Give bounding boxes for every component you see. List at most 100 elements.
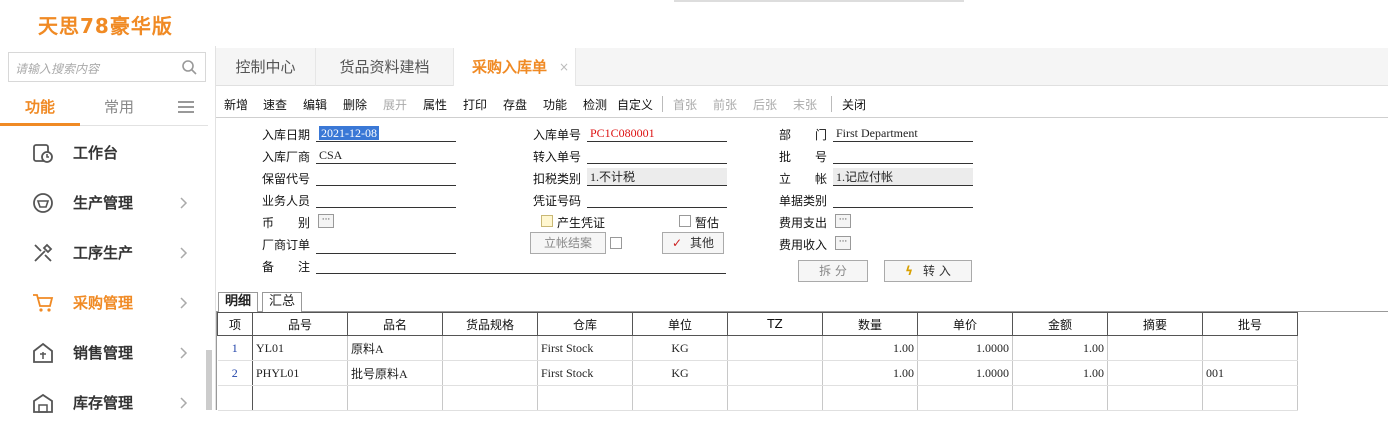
toolbar-quick-search-button[interactable]: 速查 — [263, 96, 287, 113]
cell-batch[interactable]: 001 — [1202, 360, 1298, 386]
sidebar-item-sales[interactable]: 销售管理 — [0, 328, 208, 378]
search-input[interactable]: 请输入搜索内容 — [15, 60, 99, 77]
cell-amount[interactable]: 1.00 — [1012, 335, 1108, 361]
cell-memo[interactable] — [1107, 360, 1203, 386]
cell-memo[interactable] — [1107, 335, 1203, 361]
note-field[interactable] — [316, 256, 726, 274]
dept-field[interactable]: First Department — [833, 124, 973, 142]
toolbar-edit-button[interactable]: 编辑 — [303, 96, 327, 113]
sidebar-tab-function[interactable]: 功能 — [0, 90, 80, 126]
cell-unit[interactable]: KG — [632, 360, 728, 386]
cell-warehouse[interactable]: First Stock — [537, 335, 633, 361]
gen-voucher-checkbox[interactable] — [541, 215, 553, 227]
search-icon[interactable] — [181, 59, 197, 75]
transfer-no-field[interactable] — [587, 146, 727, 164]
cell-batch[interactable] — [1202, 335, 1298, 361]
sidebar-scrollbar[interactable] — [206, 350, 212, 410]
close-icon[interactable]: × — [559, 48, 569, 86]
cell-amount[interactable]: 1.00 — [1012, 360, 1108, 386]
vendor-order-field[interactable] — [316, 236, 456, 254]
col-header[interactable]: 摘要 — [1107, 312, 1203, 336]
reserve-field[interactable] — [316, 168, 456, 186]
cell-empty[interactable] — [537, 385, 633, 411]
staff-field[interactable] — [316, 190, 456, 208]
settle-checkbox[interactable] — [610, 237, 622, 249]
cell-warehouse[interactable]: First Stock — [537, 360, 633, 386]
cell-price[interactable]: 1.0000 — [917, 360, 1013, 386]
toolbar-first-button[interactable]: 首张 — [673, 96, 697, 113]
batch-field[interactable] — [833, 146, 973, 164]
cell-empty[interactable] — [822, 385, 918, 411]
cell-empty[interactable] — [1012, 385, 1108, 411]
in-date-field[interactable]: 2021-12-08 — [316, 124, 456, 142]
toolbar-save-button[interactable]: 存盘 — [503, 96, 527, 113]
toolbar-properties-button[interactable]: 属性 — [423, 96, 447, 113]
col-header[interactable]: 数量 — [822, 312, 918, 336]
toolbar-next-button[interactable]: 后张 — [753, 96, 777, 113]
cell-empty[interactable] — [347, 385, 443, 411]
cell-price[interactable]: 1.0000 — [917, 335, 1013, 361]
cell-name[interactable]: 批号原料A — [347, 360, 443, 386]
cell-unit[interactable]: KG — [632, 335, 728, 361]
provisional-checkbox[interactable] — [679, 215, 691, 227]
col-header[interactable]: 仓库 — [537, 312, 633, 336]
transfer-in-button[interactable]: ϟ转 入 — [884, 260, 972, 282]
menu-icon[interactable] — [178, 100, 194, 114]
expense-lookup-button[interactable]: ··· — [835, 214, 851, 228]
cell-spec[interactable] — [442, 335, 538, 361]
toolbar-prev-button[interactable]: 前张 — [713, 96, 737, 113]
cell-code[interactable]: PHYL01 — [252, 360, 348, 386]
col-header[interactable]: 品名 — [347, 312, 443, 336]
cell-empty[interactable] — [442, 385, 538, 411]
tab-control-center[interactable]: 控制中心 — [216, 48, 316, 86]
toolbar-new-button[interactable]: 新增 — [224, 96, 248, 113]
doc-type-field[interactable] — [833, 190, 973, 208]
cell-empty[interactable] — [727, 385, 823, 411]
sidebar-item-process[interactable]: 工序生产 — [0, 228, 208, 278]
col-header[interactable]: 单位 — [632, 312, 728, 336]
cell-code[interactable]: YL01 — [252, 335, 348, 361]
tax-type-select[interactable]: 1.不计税 — [587, 168, 727, 186]
toolbar-expand-button[interactable]: 展开 — [383, 96, 407, 113]
search-box[interactable]: 请输入搜索内容 — [8, 52, 206, 82]
col-header[interactable]: 项 — [217, 312, 253, 336]
sidebar-item-workbench[interactable]: 工作台 — [0, 128, 208, 178]
cell-tz[interactable] — [727, 335, 823, 361]
account-select[interactable]: 1.记应付帐 — [833, 168, 973, 186]
sidebar-item-production[interactable]: 生产管理 — [0, 178, 208, 228]
cell-empty[interactable] — [1202, 385, 1298, 411]
sidebar-item-inventory[interactable]: 库存管理 — [0, 378, 208, 428]
tab-detail[interactable]: 明细 — [218, 292, 259, 312]
cell-empty[interactable] — [917, 385, 1013, 411]
table-row-empty[interactable] — [217, 385, 1298, 411]
sidebar-item-purchase[interactable]: 采购管理 — [0, 278, 208, 328]
other-button[interactable]: ✓ 其他 — [662, 232, 724, 254]
toolbar-print-button[interactable]: 打印 — [463, 96, 487, 113]
sidebar-tab-common[interactable]: 常用 — [80, 90, 158, 126]
income-lookup-button[interactable]: ··· — [835, 236, 851, 250]
toolbar-close-button[interactable]: 关闭 — [842, 96, 866, 113]
toolbar-last-button[interactable]: 末张 — [793, 96, 817, 113]
toolbar-custom-button[interactable]: 自定义 — [617, 96, 653, 113]
cell-empty[interactable] — [632, 385, 728, 411]
toolbar-function-button[interactable]: 功能 — [543, 96, 567, 113]
cell-name[interactable]: 原料A — [347, 335, 443, 361]
split-button[interactable]: 拆 分 — [798, 260, 868, 282]
tab-goods-archive[interactable]: 货品资料建档 — [316, 48, 454, 86]
col-header[interactable]: 单价 — [917, 312, 1013, 336]
cell-spec[interactable] — [442, 360, 538, 386]
col-header[interactable]: 货品规格 — [442, 312, 538, 336]
cell-empty[interactable] — [252, 385, 348, 411]
col-header[interactable]: 金额 — [1012, 312, 1108, 336]
col-header[interactable]: 品号 — [252, 312, 348, 336]
currency-lookup-button[interactable]: ··· — [318, 214, 334, 228]
col-header[interactable]: 批号 — [1202, 312, 1298, 336]
table-row[interactable]: 1 YL01 原料A First Stock KG 1.00 1.0000 1.… — [217, 335, 1298, 361]
tab-purchase-receipt[interactable]: 采购入库单 × — [454, 48, 576, 86]
cell-qty[interactable]: 1.00 — [822, 335, 918, 361]
voucher-field[interactable] — [587, 190, 727, 208]
settle-close-button[interactable]: 立帐结案 — [530, 232, 606, 254]
col-header[interactable]: TZ — [727, 312, 823, 336]
cell-qty[interactable]: 1.00 — [822, 360, 918, 386]
doc-no-field[interactable]: PC1C080001 — [587, 124, 727, 142]
